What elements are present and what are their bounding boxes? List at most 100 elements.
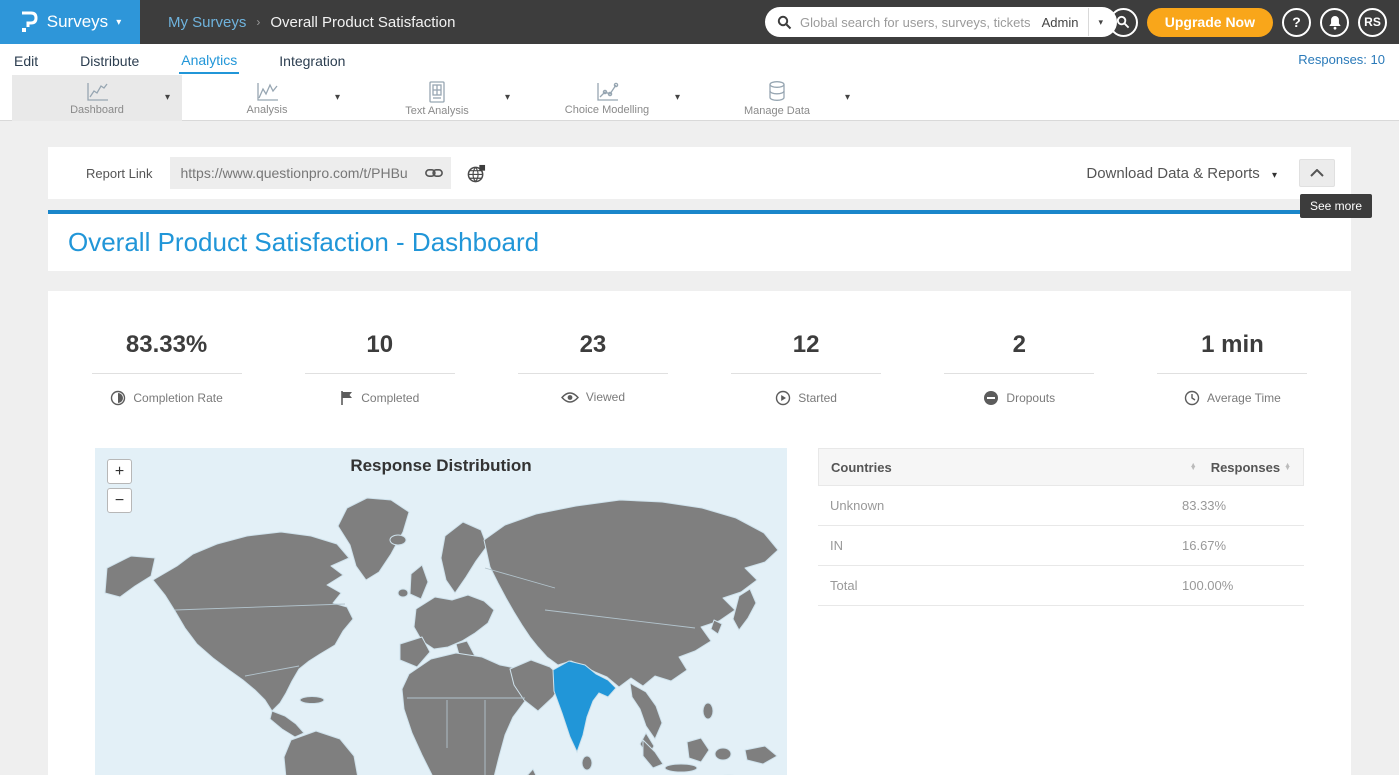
search-scope-label: Admin (1042, 15, 1089, 30)
download-data-reports-dropdown[interactable]: Download Data & Reports ▾ (1086, 165, 1277, 182)
toolbar-text-analysis[interactable]: Text Analysis ▾ (352, 75, 522, 121)
stat-value: 12 (700, 331, 913, 359)
chevron-down-icon[interactable]: ▾ (335, 92, 340, 103)
question-mark-icon: ? (1292, 14, 1301, 30)
asia-region (484, 500, 778, 687)
responses-cell: 100.00% (1182, 578, 1292, 593)
dashboard-chart-icon (84, 81, 110, 103)
stat-value: 1 min (1126, 331, 1339, 359)
product-name: Surveys (47, 12, 108, 32)
toolbar-dashboard[interactable]: Dashboard ▾ (12, 75, 182, 121)
share-settings-button[interactable] (467, 164, 486, 183)
stat-divider (92, 373, 242, 374)
stat-divider (944, 373, 1094, 374)
tab-analytics[interactable]: Analytics (179, 46, 239, 74)
chevron-down-icon: ▾ (1272, 170, 1277, 181)
toolbar-label: Manage Data (744, 105, 810, 117)
database-icon (766, 80, 788, 104)
countries-column-header[interactable]: Countries (831, 460, 1186, 475)
tab-edit[interactable]: Edit (12, 47, 40, 73)
europe-region (414, 595, 494, 649)
global-search-input[interactable] (800, 15, 1042, 30)
report-bar-actions: Download Data & Reports ▾ (1086, 159, 1335, 187)
stat-label: Viewed (586, 390, 625, 404)
toolbar-label: Analysis (247, 104, 288, 116)
responses-column-header[interactable]: Responses (1211, 460, 1280, 475)
topbar: Surveys ▾ My Surveys › Overall Product S… (0, 0, 1399, 44)
search-icon (777, 15, 792, 30)
breadcrumb-separator-icon: › (256, 15, 260, 29)
questionpro-logo-icon (19, 11, 39, 33)
toolbar-label: Choice Modelling (565, 104, 649, 116)
upgrade-now-button[interactable]: Upgrade Now (1147, 8, 1273, 37)
indochina-region (630, 683, 662, 739)
report-link-bar: Report Link Download Data & Reports ▾ (48, 147, 1351, 199)
title-card: Overall Product Satisfaction - Dashboard (48, 214, 1351, 271)
search-icon (1116, 15, 1130, 29)
report-url-input[interactable] (180, 165, 425, 181)
zoom-in-button[interactable]: + (107, 459, 132, 484)
topbar-actions: Upgrade Now ? RS (1109, 0, 1387, 44)
eye-icon (561, 391, 579, 404)
globe-lock-icon (467, 164, 486, 183)
stat-dropouts: 2 Dropouts (913, 331, 1126, 406)
search-scope-dropdown[interactable]: ▾ (1089, 17, 1107, 28)
map-zoom-controls: + − (107, 459, 132, 513)
stat-divider (305, 373, 455, 374)
table-row: Unknown 83.33% (818, 486, 1304, 526)
new-guinea-region (745, 746, 777, 764)
user-avatar[interactable]: RS (1358, 8, 1387, 37)
map-table-row: Response Distribution + − (48, 448, 1351, 775)
table-row: Total 100.00% (818, 566, 1304, 606)
scandinavia-region (441, 522, 487, 593)
chevron-down-icon[interactable]: ▾ (165, 92, 170, 103)
sort-icon[interactable]: ▲▼ (1190, 464, 1197, 471)
analysis-chart-icon (254, 81, 280, 103)
link-icon[interactable] (425, 167, 443, 179)
stat-divider (518, 373, 668, 374)
notifications-button[interactable] (1320, 8, 1349, 37)
iceland-region (390, 535, 406, 545)
report-url-field (170, 157, 451, 189)
toolbar-choice-modelling[interactable]: Choice Modelling ▾ (522, 75, 692, 121)
chevron-down-icon[interactable]: ▾ (675, 92, 680, 103)
stat-divider (1157, 373, 1307, 374)
tab-integration[interactable]: Integration (277, 47, 347, 73)
surveys-menu-button[interactable]: Surveys ▾ (0, 0, 140, 44)
tab-distribute[interactable]: Distribute (78, 47, 141, 73)
table-header: Countries ▲▼ Responses ▲▼ (818, 448, 1304, 486)
sulawesi-region (715, 748, 731, 760)
survey-nav: Edit Distribute Analytics Integration Re… (0, 44, 1399, 75)
chevron-down-icon[interactable]: ▾ (845, 92, 850, 103)
minus-circle-icon (983, 390, 999, 406)
south-america-region (284, 731, 358, 775)
completion-rate-icon (110, 390, 126, 406)
analytics-toolbar: Dashboard ▾ Analysis ▾ Text Analysis ▾ C… (0, 75, 1399, 121)
stat-started: 12 Started (700, 331, 913, 406)
stats-row: 83.33% Completion Rate 10 (48, 331, 1351, 406)
stat-completion-rate: 83.33% Completion Rate (60, 331, 273, 406)
ireland-region (398, 589, 408, 597)
breadcrumb: My Surveys › Overall Product Satisfactio… (168, 14, 455, 31)
responses-cell: 16.67% (1182, 538, 1292, 553)
chevron-up-icon (1310, 169, 1324, 177)
world-map[interactable] (95, 448, 787, 775)
toolbar-analysis[interactable]: Analysis ▾ (182, 75, 352, 121)
chevron-down-icon[interactable]: ▾ (505, 92, 510, 103)
zoom-out-button[interactable]: − (107, 488, 132, 513)
breadcrumb-my-surveys[interactable]: My Surveys (168, 14, 246, 31)
sort-icon[interactable]: ▲▼ (1284, 464, 1291, 471)
search-button[interactable] (1109, 8, 1138, 37)
sri-lanka-region (582, 756, 592, 770)
flag-icon (340, 390, 354, 406)
help-button[interactable]: ? (1282, 8, 1311, 37)
toolbar-manage-data[interactable]: Manage Data ▾ (692, 75, 862, 121)
caribbean-region (300, 697, 324, 704)
stat-value: 83.33% (60, 331, 273, 359)
chevron-down-icon: ▾ (116, 17, 121, 28)
stat-label: Completed (361, 391, 419, 405)
collapse-report-bar-button[interactable] (1299, 159, 1335, 187)
clock-icon (1184, 390, 1200, 406)
java-region (665, 764, 697, 772)
avatar-initials: RS (1364, 15, 1381, 29)
